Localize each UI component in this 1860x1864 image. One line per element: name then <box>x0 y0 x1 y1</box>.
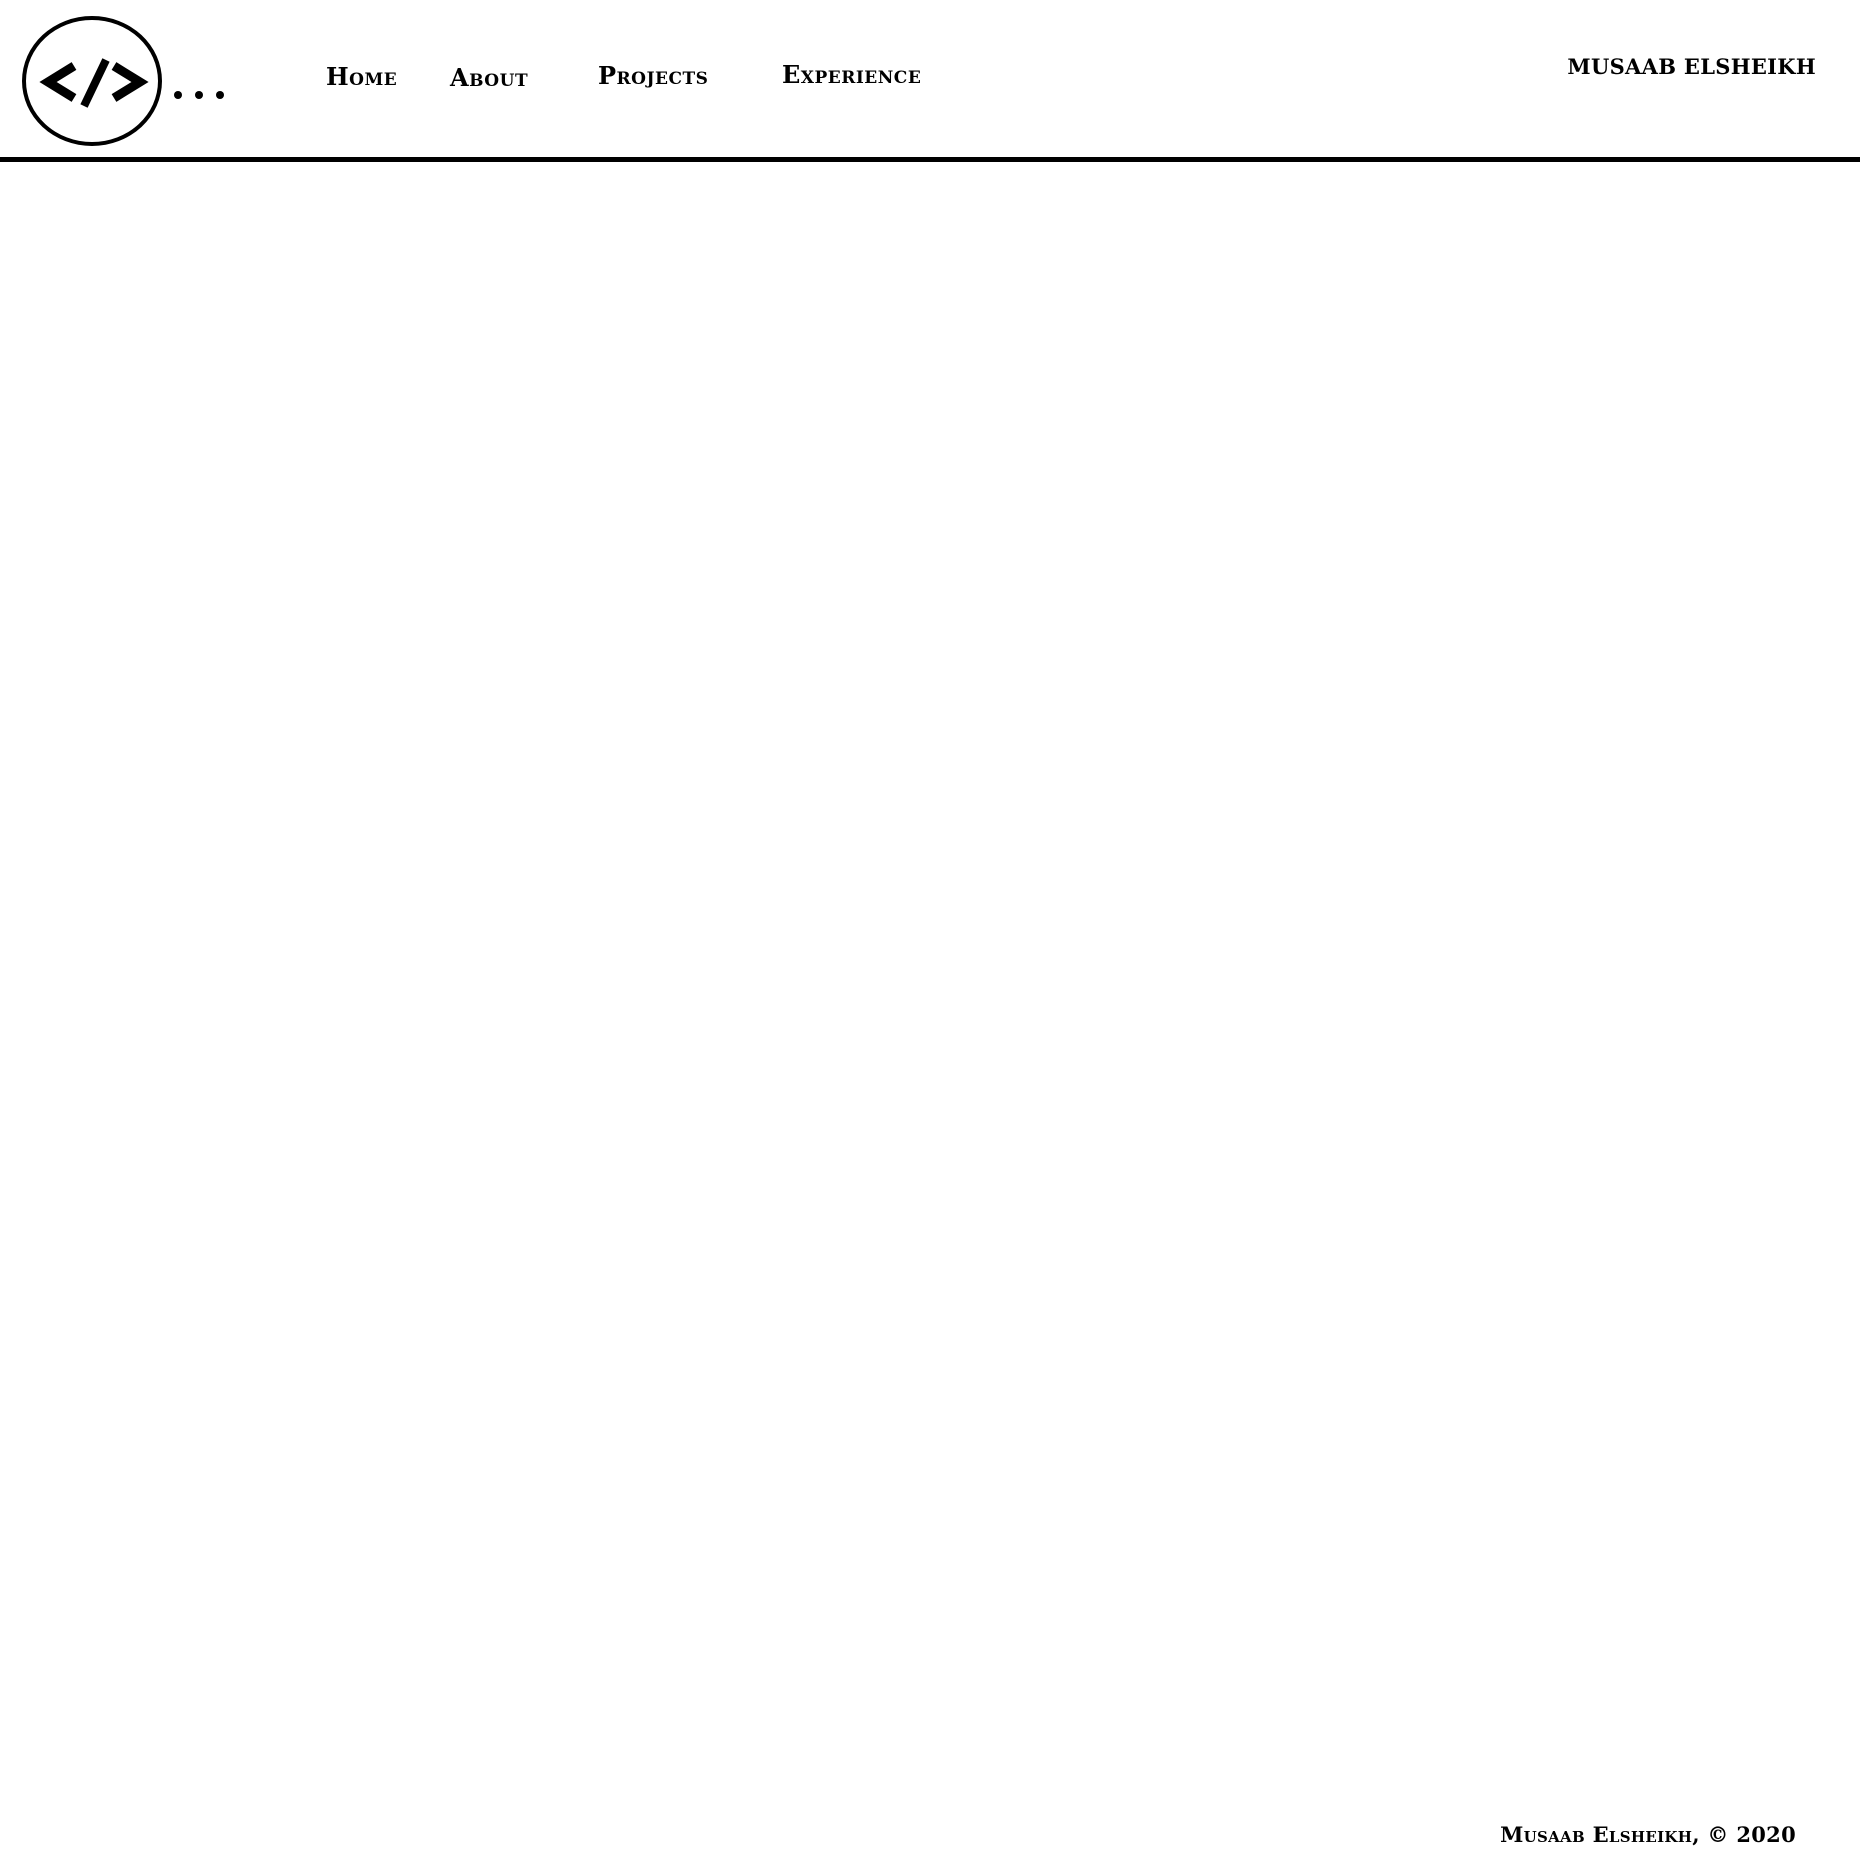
main-content <box>0 162 1860 1802</box>
site-header: Home About Projects Experience MUSAAB EL… <box>0 0 1860 162</box>
nav-link-projects[interactable]: Projects <box>598 61 708 90</box>
ellipsis-icon <box>174 91 224 99</box>
logo[interactable] <box>22 16 162 146</box>
code-brackets-icon <box>39 58 149 108</box>
nav-link-experience[interactable]: Experience <box>782 60 921 89</box>
nav-link-home[interactable]: Home <box>326 62 397 91</box>
footer-copyright: Musaab Elsheikh, © 2020 <box>1500 1822 1796 1847</box>
brand-name: MUSAAB ELSHEIKH <box>1567 54 1816 79</box>
nav-link-about[interactable]: About <box>450 63 528 92</box>
